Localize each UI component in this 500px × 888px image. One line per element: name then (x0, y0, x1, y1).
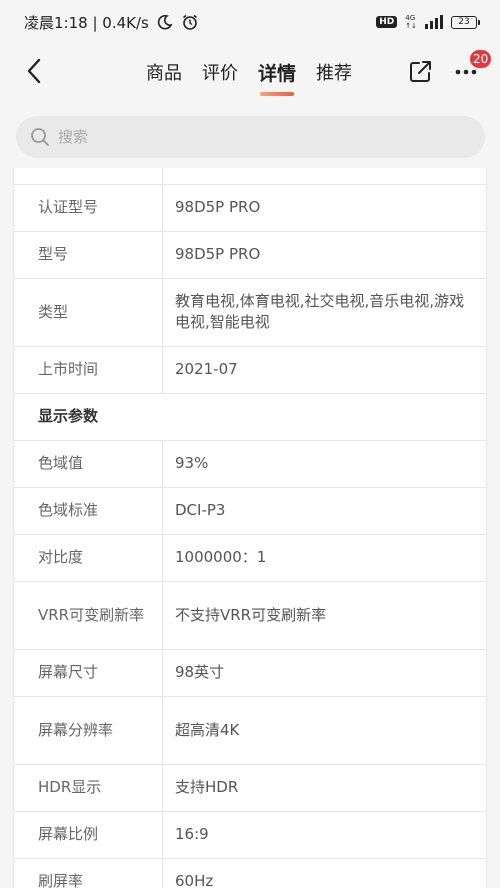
spec-value (162, 168, 487, 185)
spec-value: 超高清4K (162, 695, 487, 765)
table-row: 刷屏率 60Hz (13, 857, 487, 888)
status-left: 凌晨1:18 | 0.4K/s (24, 12, 199, 33)
spec-value: 教育电视,体育电视,社交电视,音乐电视,游戏电视,智能电视 (162, 277, 487, 347)
spec-key (13, 168, 163, 185)
network-indicator: 4G ↑↓ (405, 14, 417, 30)
table-row: 色域标准 DCI-P3 (13, 486, 487, 535)
alarm-icon (182, 14, 197, 30)
share-icon[interactable] (406, 56, 436, 86)
spec-value: 98D5P PRO (162, 183, 487, 232)
spec-table: 认证型号 98D5P PRO 型号 98D5P PRO 类型 教育电视,体育电视… (13, 168, 487, 888)
table-section-row: 显示参数 (13, 392, 487, 441)
spec-key: 屏幕尺寸 (13, 648, 163, 697)
hd-badge: HD (376, 16, 398, 28)
spec-value: 支持HDR (162, 763, 487, 812)
search-bar[interactable] (16, 116, 485, 158)
spec-value: DCI-P3 (162, 486, 487, 535)
spec-value: 16:9 (162, 810, 487, 859)
message-count-badge: 20 (470, 50, 492, 68)
spec-value: 2021-07 (162, 345, 487, 394)
spec-key: 型号 (13, 230, 163, 279)
table-row: 上市时间 2021-07 (13, 345, 487, 394)
spec-key: HDR显示 (13, 763, 163, 812)
spec-key: 上市时间 (13, 345, 163, 394)
top-nav: 商品 评价 详情 推荐 20 (0, 44, 500, 100)
spec-value: 60Hz (162, 857, 487, 888)
tab-goods[interactable]: 商品 (146, 59, 182, 85)
table-row: HDR显示 支持HDR (13, 763, 487, 812)
table-row: 屏幕分辨率 超高清4K (13, 695, 487, 765)
spec-value: 98英寸 (162, 648, 487, 697)
table-row (13, 168, 487, 185)
tab-details[interactable]: 详情 (258, 59, 296, 96)
spec-key: 类型 (13, 277, 163, 347)
tab-recommend[interactable]: 推荐 (316, 59, 352, 85)
table-row: 屏幕尺寸 98英寸 (13, 648, 487, 697)
spec-key: 屏幕比例 (13, 810, 163, 859)
spec-key: 对比度 (13, 533, 163, 582)
signal-icon (425, 15, 443, 29)
spec-key: 刷屏率 (13, 857, 163, 888)
spec-value: 93% (162, 439, 487, 488)
spec-key: 色域标准 (13, 486, 163, 535)
status-bar: 凌晨1:18 | 0.4K/s HD 4G ↑↓ 23 (0, 0, 500, 44)
table-row: 类型 教育电视,体育电视,社交电视,音乐电视,游戏电视,智能电视 (13, 277, 487, 347)
search-icon (31, 128, 49, 146)
spec-value: 不支持VRR可变刷新率 (162, 580, 487, 650)
battery-icon: 23 (451, 15, 480, 29)
spec-value: 1000000：1 (162, 533, 487, 582)
battery-level: 23 (458, 17, 470, 27)
search-input[interactable] (56, 127, 440, 147)
spec-key: 色域值 (13, 439, 163, 488)
status-time-speed: 凌晨1:18 | 0.4K/s (24, 13, 149, 32)
status-right: HD 4G ↑↓ 23 (376, 14, 480, 30)
network-type: 4G (405, 14, 416, 22)
table-row: 型号 98D5P PRO (13, 230, 487, 279)
tab-reviews[interactable]: 评价 (202, 59, 238, 85)
table-row: VRR可变刷新率 不支持VRR可变刷新率 (13, 580, 487, 650)
spec-table-card: 认证型号 98D5P PRO 型号 98D5P PRO 类型 教育电视,体育电视… (13, 168, 487, 888)
table-row: 对比度 1000000：1 (13, 533, 487, 582)
table-row: 屏幕比例 16:9 (13, 810, 487, 859)
section-title: 显示参数 (13, 392, 487, 441)
tab-bar: 商品 评价 详情 推荐 (146, 44, 352, 100)
moon-icon (157, 14, 173, 30)
spec-key: VRR可变刷新率 (13, 580, 163, 650)
table-row: 认证型号 98D5P PRO (13, 183, 487, 232)
spec-value: 98D5P PRO (162, 230, 487, 279)
table-row: 色域值 93% (13, 439, 487, 488)
back-arrow-icon[interactable] (20, 56, 50, 86)
spec-key: 屏幕分辨率 (13, 695, 163, 765)
spec-key: 认证型号 (13, 183, 163, 232)
